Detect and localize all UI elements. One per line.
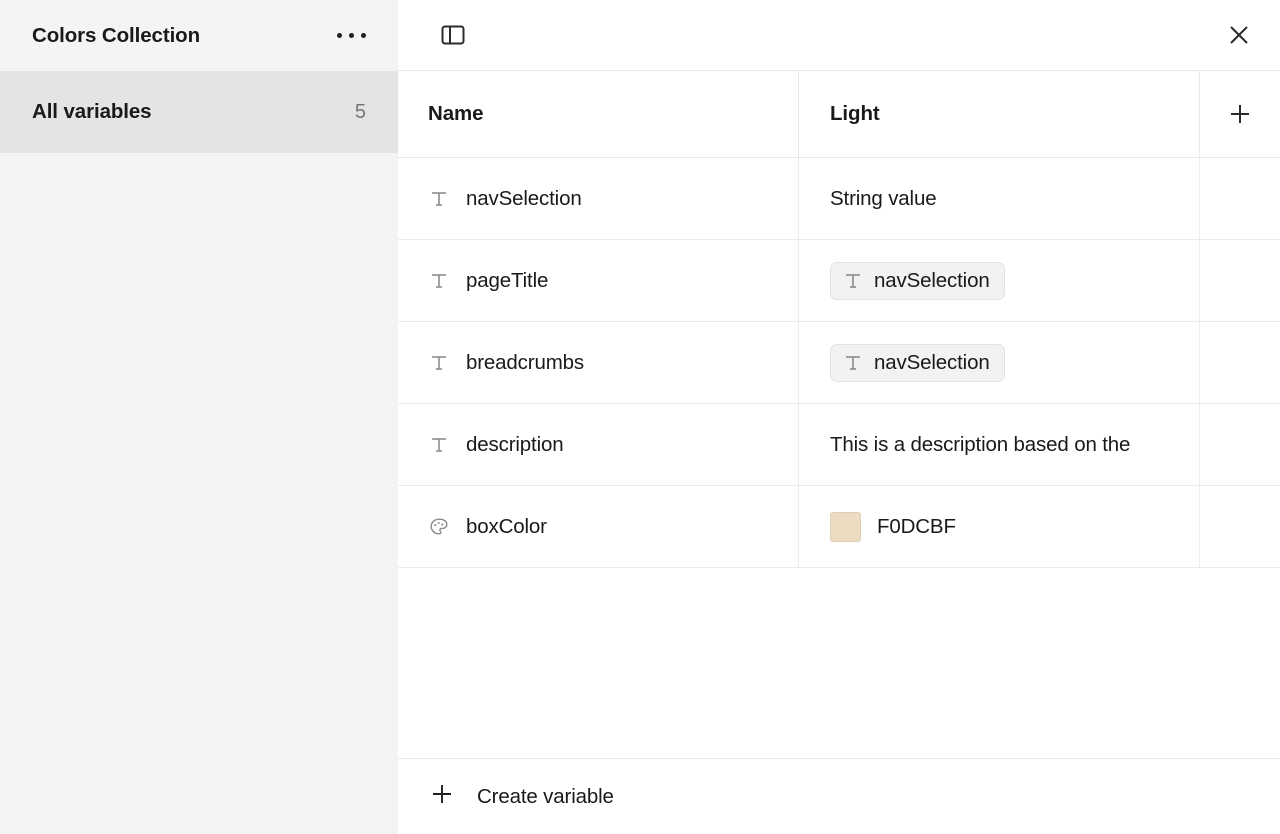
sidebar-header: Colors Collection bbox=[0, 0, 398, 71]
close-icon[interactable] bbox=[1216, 12, 1262, 58]
cell-row-end bbox=[1200, 322, 1280, 403]
table-row[interactable]: breadcrumbs navSelection bbox=[398, 322, 1280, 404]
alias-chip[interactable]: navSelection bbox=[830, 261, 1005, 300]
kebab-menu-icon[interactable] bbox=[328, 19, 374, 53]
string-type-icon bbox=[842, 270, 864, 292]
sidebar-item-all-variables[interactable]: All variables 5 bbox=[0, 71, 398, 153]
column-header-name[interactable]: Name bbox=[398, 71, 799, 157]
cell-light-value[interactable]: navSelection bbox=[799, 322, 1200, 403]
table-row[interactable]: boxColor F0DCBF bbox=[398, 486, 1280, 568]
variables-main-panel: Name Light navSelection String value pag… bbox=[398, 0, 1280, 834]
cell-row-end bbox=[1200, 158, 1280, 239]
string-type-icon bbox=[428, 188, 450, 210]
variable-name-label: boxColor bbox=[466, 514, 547, 538]
add-mode-button[interactable] bbox=[1200, 71, 1280, 157]
table-row[interactable]: navSelection String value bbox=[398, 158, 1280, 240]
value-text: This is a description based on the bbox=[830, 432, 1131, 456]
string-type-icon bbox=[428, 434, 450, 456]
cell-variable-name[interactable]: description bbox=[398, 404, 799, 485]
color-swatch[interactable] bbox=[830, 511, 861, 542]
table-empty-area bbox=[398, 568, 1280, 758]
sidebar-panel-toggle-icon[interactable] bbox=[430, 12, 476, 58]
kebab-dot bbox=[360, 33, 366, 38]
create-variable-button[interactable]: Create variable bbox=[428, 774, 624, 819]
table-row[interactable]: pageTitle navSelection bbox=[398, 240, 1280, 322]
create-variable-label: Create variable bbox=[477, 784, 614, 808]
plus-icon bbox=[428, 780, 456, 813]
cell-row-end bbox=[1200, 486, 1280, 567]
sidebar-item-count: 5 bbox=[354, 100, 366, 123]
string-type-icon bbox=[428, 352, 450, 374]
column-header-light[interactable]: Light bbox=[799, 71, 1200, 157]
collections-sidebar: Colors Collection All variables 5 bbox=[0, 0, 398, 834]
panel-header bbox=[398, 0, 1280, 71]
string-type-icon bbox=[842, 352, 864, 374]
cell-variable-name[interactable]: pageTitle bbox=[398, 240, 799, 321]
variable-name-label: description bbox=[466, 432, 564, 456]
color-value[interactable]: F0DCBF bbox=[830, 511, 956, 542]
value-text: String value bbox=[830, 186, 937, 210]
sidebar-item-label: All variables bbox=[32, 100, 152, 123]
variables-editor-window: Colors Collection All variables 5 Name L… bbox=[0, 0, 1280, 834]
cell-light-value[interactable]: This is a description based on the bbox=[799, 404, 1200, 485]
table-header-row: Name Light bbox=[398, 71, 1280, 158]
alias-label: navSelection bbox=[874, 268, 990, 292]
string-type-icon bbox=[428, 270, 450, 292]
table-row[interactable]: description This is a description based … bbox=[398, 404, 1280, 486]
cell-row-end bbox=[1200, 240, 1280, 321]
cell-row-end bbox=[1200, 404, 1280, 485]
panel-footer: Create variable bbox=[398, 758, 1280, 834]
alias-chip[interactable]: navSelection bbox=[830, 343, 1005, 382]
kebab-dot bbox=[348, 33, 354, 38]
variable-name-label: navSelection bbox=[466, 186, 582, 210]
cell-light-value[interactable]: F0DCBF bbox=[799, 486, 1200, 567]
variables-table: Name Light navSelection String value pag… bbox=[398, 71, 1280, 568]
alias-label: navSelection bbox=[874, 350, 990, 374]
color-palette-icon bbox=[428, 516, 450, 538]
kebab-dot bbox=[336, 33, 342, 38]
cell-variable-name[interactable]: navSelection bbox=[398, 158, 799, 239]
cell-variable-name[interactable]: boxColor bbox=[398, 486, 799, 567]
cell-variable-name[interactable]: breadcrumbs bbox=[398, 322, 799, 403]
cell-light-value[interactable]: String value bbox=[799, 158, 1200, 239]
color-hex-label: F0DCBF bbox=[877, 514, 956, 538]
cell-light-value[interactable]: navSelection bbox=[799, 240, 1200, 321]
collection-title: Colors Collection bbox=[32, 23, 201, 47]
variable-name-label: pageTitle bbox=[466, 268, 549, 292]
variable-name-label: breadcrumbs bbox=[466, 350, 584, 374]
